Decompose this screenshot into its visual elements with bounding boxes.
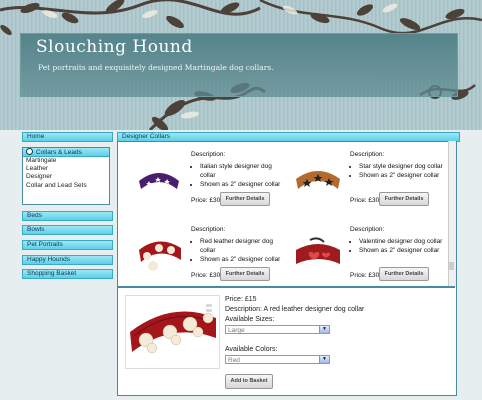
product-image[interactable] xyxy=(292,226,344,286)
site-header: Slouching Hound Pet portraits and exquis… xyxy=(0,0,482,130)
product-image[interactable] xyxy=(133,226,185,286)
further-details-button[interactable]: Further Details xyxy=(220,192,270,206)
detail-price: Price: £15 xyxy=(225,296,257,303)
feature-item: Red leather designer dog collar xyxy=(200,237,288,255)
further-details-button[interactable]: Further Details xyxy=(379,267,429,281)
section-divider xyxy=(117,286,455,288)
radio-dot-icon xyxy=(26,148,33,155)
feature-item: Star style designer dog collar xyxy=(359,162,443,171)
description-label: Description: xyxy=(191,151,226,158)
product-card: Description: Star style designer dog col… xyxy=(292,151,447,221)
further-details-button[interactable]: Further Details xyxy=(220,267,270,281)
feature-list: Red leather designer dog collar Shown as… xyxy=(191,237,288,264)
nav-sub-leather[interactable]: Leather xyxy=(23,165,109,173)
description-label: Description: xyxy=(191,226,226,233)
description-label: Description: xyxy=(350,151,385,158)
feature-item: Shown as 2" designer collar xyxy=(359,171,443,180)
feature-item: Shown as 2" designer collar xyxy=(200,255,288,264)
nav-collars-leads-label: Collars & Leads xyxy=(36,149,82,156)
chevron-down-icon: ▼ xyxy=(319,326,329,333)
detail-description: Description: A red leather designer dog … xyxy=(225,306,365,313)
feature-list: Valentine designer dog collar Shown as 2… xyxy=(350,237,442,255)
further-details-button[interactable]: Further Details xyxy=(379,192,429,206)
feature-item: Valentine designer dog collar xyxy=(359,237,442,246)
feature-item: Shown as 2" designer collar xyxy=(359,246,442,255)
size-select[interactable]: Large ▼ xyxy=(225,325,330,334)
price-text: Price: £30 xyxy=(191,272,221,279)
nav-sub-collar-lead-sets[interactable]: Collar and Lead Sets xyxy=(23,182,109,190)
nav-happy-hounds[interactable]: Happy Hounds xyxy=(22,255,113,265)
product-image[interactable] xyxy=(133,151,185,211)
price-text: Price: £30 xyxy=(350,197,380,204)
nav-pet-portraits[interactable]: Pet Portraits xyxy=(22,240,113,250)
feature-list: Star style designer dog collar Shown as … xyxy=(350,162,443,180)
category-box: Collars & Leads Martingale Leather Desig… xyxy=(22,147,110,205)
scrollbar-thumb[interactable] xyxy=(449,262,454,270)
color-select-value: Red xyxy=(228,357,240,364)
chevron-down-icon: ▼ xyxy=(319,356,329,363)
price-text: Price: £30 xyxy=(191,197,221,204)
nav-sub-designer[interactable]: Designer xyxy=(23,173,109,181)
nav-bowls[interactable]: Bowls xyxy=(22,225,113,235)
feature-list: Italian style designer dog collar Shown … xyxy=(191,162,288,189)
detail-product-image xyxy=(125,295,220,369)
site-title: Slouching Hound xyxy=(36,37,193,57)
nav-sub-martingale[interactable]: Martingale xyxy=(23,157,109,165)
sizes-label: Available Sizes: xyxy=(225,316,275,323)
product-image[interactable] xyxy=(292,151,344,211)
price-text: Price: £30 xyxy=(350,272,380,279)
nav-shopping-basket[interactable]: Shopping Basket xyxy=(22,269,113,279)
feature-item: Italian style designer dog collar xyxy=(200,162,288,180)
size-select-value: Large xyxy=(228,327,245,334)
site-subtitle: Pet portraits and exquisitely designed M… xyxy=(38,63,274,72)
nav-collars-leads[interactable]: Collars & Leads xyxy=(23,148,109,157)
nav-beds[interactable]: Beds xyxy=(22,211,113,221)
feature-item: Shown as 2" designer collar xyxy=(200,180,288,189)
color-select[interactable]: Red ▼ xyxy=(225,355,330,364)
product-card: Description: Italian style designer dog … xyxy=(133,151,288,221)
add-to-basket-button[interactable]: Add to Basket xyxy=(225,374,273,389)
description-label: Description: xyxy=(350,226,385,233)
colors-label: Available Colors: xyxy=(225,346,278,353)
nav-home[interactable]: Home xyxy=(22,132,113,142)
